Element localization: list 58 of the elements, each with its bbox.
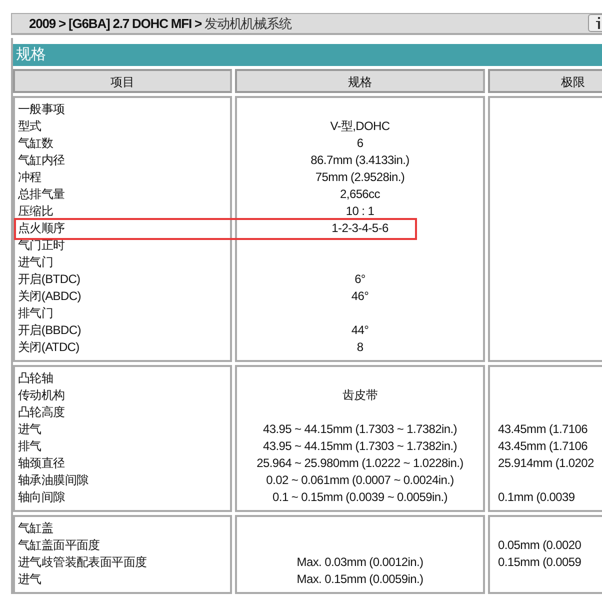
section-title: 规格 (13, 44, 602, 66)
item-label: 开启(BTDC) (18, 272, 80, 286)
spec-value: 44° (351, 323, 369, 337)
item-label: 气门正时 (18, 238, 65, 252)
spec-value: 86.7mm (3.4133in.) (310, 153, 410, 167)
spec-value: Max. 0.03mm (0.0012in.) (296, 555, 424, 569)
spec-value: 0.02 ~ 0.061mm (0.0007 ~ 0.0024in.) (266, 473, 454, 487)
spec-value: 6 (356, 136, 364, 150)
info-icon (595, 16, 602, 30)
item-label: 进气 (18, 572, 42, 586)
item-label: 凸轮轴 (18, 371, 54, 385)
spec-value: 2,656cc (340, 187, 380, 201)
item-label: 一般事项 (18, 102, 65, 116)
item-label: 进气门 (18, 255, 54, 269)
spec-value: 齿皮带 (342, 388, 378, 402)
item-label: 开启(BBDC) (18, 323, 81, 337)
limit-value: 25.914mm (1.0202 (498, 456, 594, 470)
spec-value: 43.95 ~ 44.15mm (1.7303 ~ 1.7382in.) (262, 422, 457, 436)
spec-value: 75mm (2.9528in.) (315, 170, 405, 184)
item-label: 关闭(ABDC) (18, 289, 81, 303)
spec-value: 25.964 ~ 25.980mm (1.0222 ~ 1.0228in.) (256, 456, 464, 470)
spec-value: 43.95 ~ 44.15mm (1.7303 ~ 1.7382in.) (262, 439, 457, 453)
item-label: 凸轮高度 (18, 405, 65, 419)
item-label: 型式 (18, 119, 42, 133)
spec-value: 0.1 ~ 0.15mm (0.0039 ~ 0.0059in.) (272, 490, 448, 504)
limit-value: 43.45mm (1.7106 (498, 439, 588, 453)
column-header: 极限 (488, 69, 602, 93)
item-label: 气缸盖 (18, 521, 54, 535)
item-label: 进气 (18, 422, 42, 436)
breadcrumb-path: 2009 > [G6BA] 2.7 DOHC MFI > 发动机机械系统 (29, 14, 292, 32)
item-label: 排气 (18, 439, 42, 453)
spec-value: 46° (351, 289, 369, 303)
item-label: 点火顺序 (18, 221, 65, 235)
spec-value: 6° (354, 272, 366, 286)
item-label: 轴颈直径 (18, 456, 65, 470)
item-label: 气缸数 (18, 136, 54, 150)
item-label: 排气门 (18, 306, 54, 320)
column-header: 项目 (13, 69, 232, 93)
limit-value: 0.15mm (0.0059 (498, 555, 582, 569)
item-label: 关闭(ATDC) (18, 340, 80, 354)
item-label: 冲程 (18, 170, 42, 184)
item-label: 轴向间隙 (18, 490, 65, 504)
item-label: 轴承油膜间隙 (18, 473, 88, 487)
item-label: 总排气量 (18, 187, 65, 201)
column-header: 规格 (235, 69, 485, 93)
limit-value: 43.45mm (1.7106 (498, 422, 588, 436)
limit-value: 0.05mm (0.0020 (498, 538, 582, 552)
spec-value: 1-2-3-4-5-6 (332, 221, 388, 235)
spec-value: V-型,DOHC (330, 119, 390, 133)
item-label: 压缩比 (18, 204, 54, 218)
item-label: 传动机构 (18, 388, 65, 402)
spec-value: Max. 0.15mm (0.0059in.) (296, 572, 424, 586)
item-label: 进气歧管装配表面平面度 (18, 555, 147, 569)
item-label: 气缸盖面平面度 (18, 538, 100, 552)
spec-value: 10 : 1 (346, 204, 374, 218)
item-label: 气缸内径 (18, 153, 65, 167)
spec-value: 8 (356, 340, 364, 354)
limit-value: 0.1mm (0.0039 (498, 490, 575, 504)
